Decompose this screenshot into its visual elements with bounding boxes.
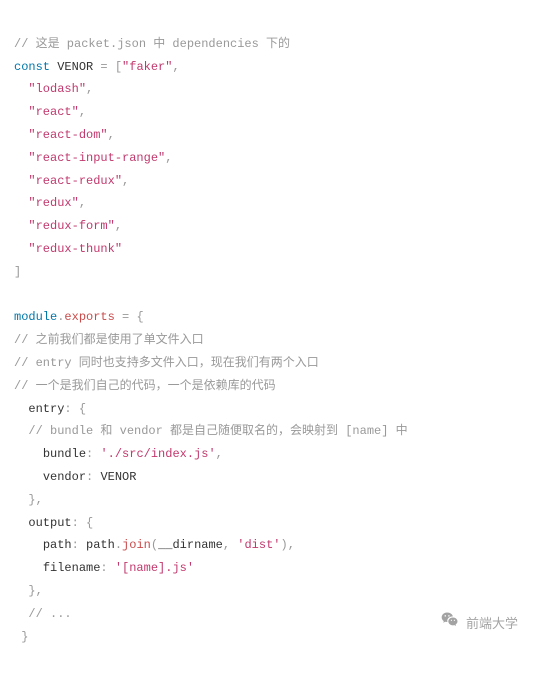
ident-filename: filename bbox=[43, 561, 101, 575]
punct-comma: , bbox=[36, 584, 43, 598]
ident-venor-ref: VENOR bbox=[100, 470, 136, 484]
kw-module: module bbox=[14, 310, 57, 324]
ident-path-obj: path bbox=[86, 538, 115, 552]
ident-bundle: bundle bbox=[43, 447, 86, 461]
str-src-index: './src/index.js' bbox=[100, 447, 215, 461]
comment-top: // 这是 packet.json 中 dependencies 下的 bbox=[14, 37, 290, 51]
punct-comma: , bbox=[216, 447, 223, 461]
punct-comma: , bbox=[172, 60, 179, 74]
punct-colon: : bbox=[86, 470, 100, 484]
str-lodash: "lodash" bbox=[28, 82, 86, 96]
punct-colon: : bbox=[86, 447, 100, 461]
comment-1: // 之前我们都是使用了单文件入口 bbox=[14, 333, 204, 347]
str-react: "react" bbox=[28, 105, 78, 119]
watermark-text: 前端大学 bbox=[466, 612, 518, 637]
punct-comma: , bbox=[288, 538, 295, 552]
comment-2: // entry 同时也支持多文件入口，现在我们有两个入口 bbox=[14, 356, 319, 370]
punct-colon: : bbox=[72, 538, 86, 552]
punct-colon: : bbox=[64, 402, 78, 416]
str-dist: 'dist' bbox=[237, 538, 280, 552]
punct-comma: , bbox=[36, 493, 43, 507]
punct-rbrace: } bbox=[21, 630, 28, 644]
ident-exports: exports bbox=[64, 310, 114, 324]
str-name-js: '[name].js' bbox=[115, 561, 194, 575]
str-react-dom: "react-dom" bbox=[28, 128, 107, 142]
punct-rbracket: ] bbox=[14, 265, 21, 279]
str-redux-thunk: "redux-thunk" bbox=[28, 242, 122, 256]
ident-output: output bbox=[28, 516, 71, 530]
punct-colon: : bbox=[100, 561, 114, 575]
str-redux: "redux" bbox=[28, 196, 78, 210]
str-redux-form: "redux-form" bbox=[28, 219, 114, 233]
wechat-icon bbox=[426, 585, 460, 663]
watermark: 前端大学 bbox=[426, 585, 518, 663]
punct-rbrace: } bbox=[28, 584, 35, 598]
comment-4: // bundle 和 vendor 都是自己随便取名的，会映射到 [name]… bbox=[28, 424, 407, 438]
punct-rparen: ) bbox=[281, 538, 288, 552]
punct-comma: , bbox=[79, 105, 86, 119]
punct-comma: , bbox=[86, 82, 93, 96]
punct-comma: , bbox=[79, 196, 86, 210]
punct-rbrace: } bbox=[28, 493, 35, 507]
kw-const: const bbox=[14, 60, 50, 74]
ident-vendor: vendor bbox=[43, 470, 86, 484]
punct-dot: . bbox=[115, 538, 122, 552]
punct-lparen: ( bbox=[151, 538, 158, 552]
punct-comma: , bbox=[122, 174, 129, 188]
punct-colon: : bbox=[72, 516, 86, 530]
punct-eq: = bbox=[115, 310, 137, 324]
comment-5: // ... bbox=[28, 607, 71, 621]
ident-venor: VENOR bbox=[57, 60, 93, 74]
punct-eq: = bbox=[93, 60, 115, 74]
punct-lbrace: { bbox=[136, 310, 143, 324]
punct-lbrace: { bbox=[86, 516, 93, 530]
ident-join: join bbox=[122, 538, 151, 552]
ident-entry: entry bbox=[28, 402, 64, 416]
str-faker: "faker" bbox=[122, 60, 172, 74]
punct-comma: , bbox=[223, 538, 230, 552]
punct-comma: , bbox=[165, 151, 172, 165]
punct-comma: , bbox=[108, 128, 115, 142]
code-block: // 这是 packet.json 中 dependencies 下的 cons… bbox=[0, 0, 536, 681]
ident-path: path bbox=[43, 538, 72, 552]
ident-dirname: __dirname bbox=[158, 538, 223, 552]
punct-lbrace: { bbox=[79, 402, 86, 416]
punct-comma: , bbox=[115, 219, 122, 233]
str-react-input-range: "react-input-range" bbox=[28, 151, 165, 165]
str-react-redux: "react-redux" bbox=[28, 174, 122, 188]
comment-3: // 一个是我们自己的代码，一个是依赖库的代码 bbox=[14, 379, 276, 393]
punct-lbracket: [ bbox=[115, 60, 122, 74]
